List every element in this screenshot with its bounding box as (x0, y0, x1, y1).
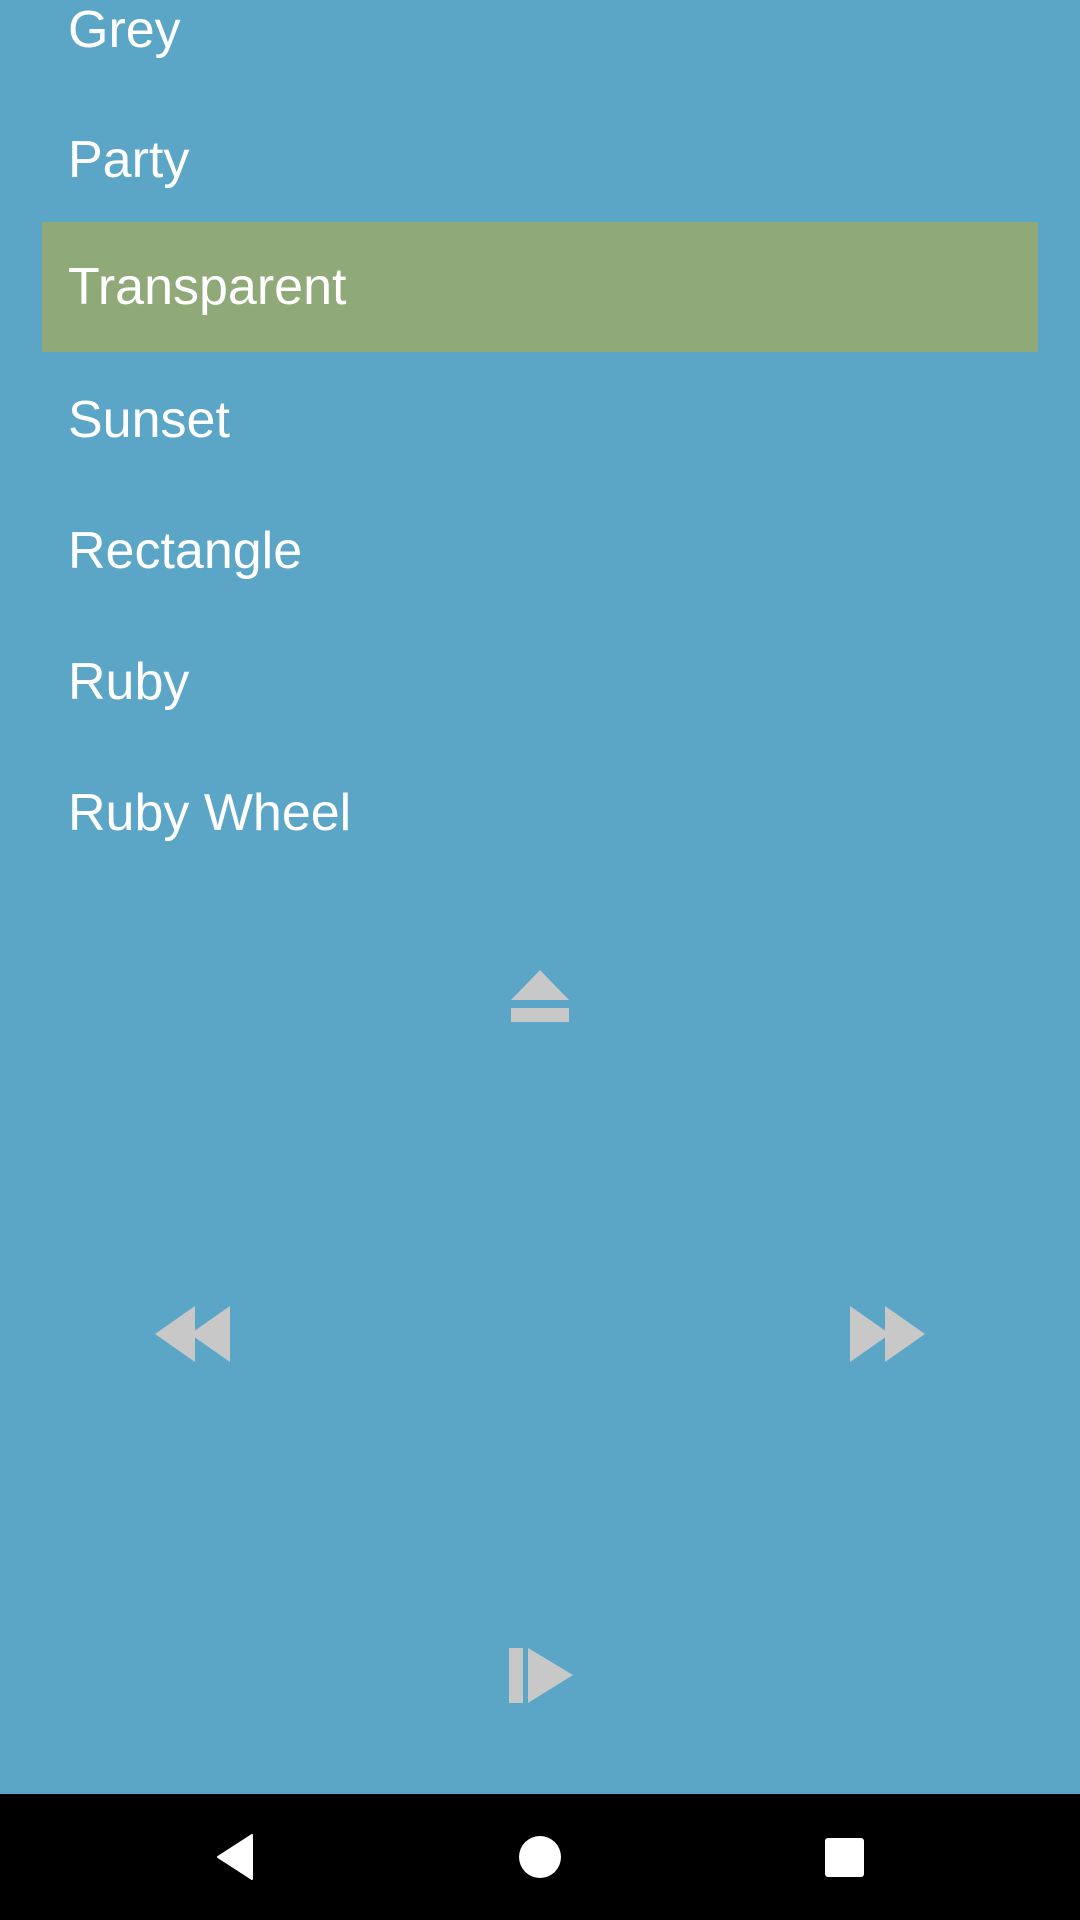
play-pause-button[interactable] (500, 1640, 580, 1710)
back-icon (217, 1834, 253, 1880)
list-item-grey[interactable]: Grey (42, 0, 1038, 95)
nav-back-button[interactable] (157, 1794, 317, 1920)
list-item-label: Ruby Wheel (68, 784, 352, 842)
app-screen: Grey Party Transparent Sunset Rectangle … (0, 0, 1080, 1794)
system-navigation-bar (0, 1794, 1080, 1920)
nav-recents-button[interactable] (764, 1794, 924, 1920)
home-icon (519, 1836, 561, 1878)
list-item-label: Party (68, 131, 190, 189)
list-item-ruby[interactable]: Ruby (42, 617, 1038, 747)
list-item-label: Sunset (68, 391, 230, 449)
list-item-transparent[interactable]: Transparent (42, 222, 1038, 352)
list-item-sunset[interactable]: Sunset (42, 355, 1038, 485)
fast-forward-button[interactable] (842, 1300, 932, 1370)
play-pause-icon (509, 1648, 573, 1703)
rewind-button[interactable] (148, 1300, 238, 1370)
list-item-ruby-wheel[interactable]: Ruby Wheel (42, 748, 1038, 878)
list-item-label: Transparent (68, 258, 347, 316)
nav-home-button[interactable] (460, 1794, 620, 1920)
recents-icon (825, 1838, 864, 1877)
list-item-label: Ruby (68, 653, 190, 711)
fast-forward-icon (850, 1306, 925, 1362)
rewind-icon (155, 1306, 230, 1362)
list-item-party[interactable]: Party (42, 95, 1038, 225)
list-item-label: Rectangle (68, 522, 303, 580)
list-item-label: Grey (68, 1, 181, 59)
list-item-rectangle[interactable]: Rectangle (42, 486, 1038, 616)
eject-button[interactable] (500, 960, 580, 1030)
eject-icon (511, 970, 569, 1022)
